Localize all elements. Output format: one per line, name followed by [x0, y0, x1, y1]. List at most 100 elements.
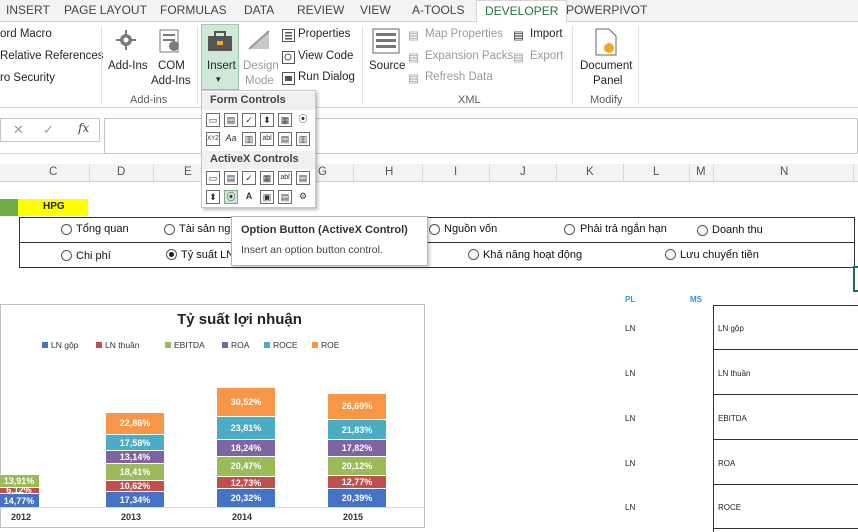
form-spin-button-control[interactable]: ⬍ — [260, 113, 274, 127]
form-option-button-control[interactable]: ⦿ — [296, 113, 310, 127]
activex-image-control[interactable]: ▣ — [260, 190, 274, 204]
radio-tai-san-ngan[interactable] — [164, 224, 175, 235]
col-header-k[interactable]: K — [586, 166, 594, 178]
view-code-button[interactable]: View Code — [298, 50, 353, 62]
map-properties-button[interactable]: Map Properties — [425, 28, 503, 40]
x-tick-label: 2012 — [11, 512, 32, 522]
ms-cell[interactable]: LN gộp — [718, 324, 744, 333]
radio-nguon-von[interactable] — [429, 224, 440, 235]
col-header-j[interactable]: J — [520, 166, 526, 178]
run-dialog-button[interactable]: Run Dialog — [298, 71, 355, 83]
pl-cell[interactable]: LN — [625, 503, 635, 512]
expansion-packs-button[interactable]: Expansion Packs — [425, 50, 513, 62]
cell-hpg[interactable]: HPG — [18, 199, 88, 216]
form-text-field-control[interactable]: abl — [260, 132, 274, 146]
form-button-control[interactable]: ▭ — [206, 113, 220, 127]
properties-button[interactable]: Properties — [298, 28, 350, 40]
com-addins-label-1[interactable]: COM — [158, 60, 185, 72]
radio-tong-quan[interactable] — [61, 224, 72, 235]
tab-formulas[interactable]: FORMULAS — [160, 3, 227, 17]
activex-label-control[interactable]: A — [242, 190, 256, 204]
insert-function-icon[interactable]: fx — [78, 121, 89, 135]
option-label: Nguồn vốn — [444, 223, 498, 235]
add-ins-button[interactable]: Add-Ins — [108, 60, 148, 72]
activex-combo-box-control[interactable]: ▤ — [224, 171, 238, 185]
record-macro-button[interactable]: ord Macro — [0, 28, 52, 40]
cancel-icon[interactable]: ✕ — [13, 122, 24, 138]
col-header-d[interactable]: D — [117, 166, 125, 178]
radio-kha-nang-hoat-dong[interactable] — [468, 249, 479, 260]
radio-ty-suat-ln[interactable] — [166, 249, 177, 260]
col-header-c[interactable]: C — [49, 166, 57, 178]
pl-cell[interactable]: LN — [625, 459, 635, 468]
form-combo-dropdown-control[interactable]: ▥ — [296, 132, 310, 146]
form-scroll-bar-control[interactable]: ▥ — [242, 132, 256, 146]
form-combo-box-control[interactable]: ▤ — [224, 113, 238, 127]
tab-insert[interactable]: INSERT — [6, 3, 50, 17]
form-check-box-control[interactable]: ✓ — [242, 113, 256, 127]
chart-area[interactable]: Tỷ suất lợi nhuận LN gộp LN thuần EBITDA… — [0, 304, 425, 528]
option-label: Chi phí — [76, 250, 111, 262]
radio-luu-chuyen-tien[interactable] — [665, 249, 676, 260]
radio-phai-tra-ngan-han[interactable] — [564, 224, 575, 235]
activex-option-button-control[interactable]: ⦿ — [224, 190, 238, 204]
activex-more-controls[interactable]: ⚙ — [296, 190, 310, 204]
design-mode-label-2[interactable]: Mode — [245, 75, 274, 87]
activex-spin-button-control[interactable]: ⬍ — [206, 190, 220, 204]
pl-cell[interactable]: LN — [625, 414, 635, 423]
design-mode-label-1[interactable]: Design — [243, 60, 279, 72]
tab-a-tools[interactable]: A-TOOLS — [412, 3, 464, 17]
green-cell[interactable] — [0, 199, 18, 216]
document-panel-label-1[interactable]: Document — [580, 60, 632, 72]
tab-page-layout[interactable]: PAGE LAYOUT — [64, 3, 147, 17]
radio-chi-phi[interactable] — [61, 250, 72, 261]
ms-cell[interactable]: ROCE — [718, 503, 741, 512]
selected-cell-indicator — [853, 266, 858, 292]
tab-powerpivot[interactable]: POWERPIVOT — [566, 3, 647, 17]
radio-doanh-thu[interactable] — [697, 225, 708, 236]
bar-segment: 17,34% — [106, 490, 164, 507]
activex-toggle-button-control[interactable]: ▤ — [278, 190, 292, 204]
ms-cell[interactable]: ROA — [718, 459, 735, 468]
ms-cell[interactable]: LN thuần — [718, 369, 750, 378]
form-combo-list-control[interactable]: ▤ — [278, 132, 292, 146]
activex-check-box-control[interactable]: ✓ — [242, 171, 256, 185]
import-button[interactable]: Import — [530, 28, 563, 40]
activex-scroll-bar-control[interactable]: ▤ — [296, 171, 310, 185]
form-list-box-control[interactable]: ▦ — [278, 113, 292, 127]
pl-cell[interactable]: LN — [625, 369, 635, 378]
export-button[interactable]: Export — [530, 50, 563, 62]
col-header-n[interactable]: N — [780, 166, 788, 178]
macro-security-button[interactable]: ro Security — [0, 72, 55, 84]
ms-cell[interactable]: EBITDA — [718, 414, 747, 423]
option-label: Doanh thu — [712, 224, 763, 236]
com-addins-label-2[interactable]: Add-Ins — [151, 75, 191, 87]
enter-icon[interactable]: ✓ — [43, 122, 54, 138]
tab-view[interactable]: VIEW — [360, 3, 391, 17]
col-header-g[interactable]: G — [318, 166, 327, 178]
option-label: Khả năng hoạt động — [483, 249, 583, 261]
bar-segment: 13,14% — [106, 450, 164, 463]
col-header-m[interactable]: M — [696, 166, 706, 178]
col-header-i[interactable]: I — [454, 166, 457, 178]
activex-text-box-control[interactable]: abl — [278, 171, 292, 185]
source-button[interactable]: Source — [369, 60, 405, 72]
form-group-box-control[interactable]: XYZ — [206, 132, 220, 146]
pl-cell[interactable]: LN — [625, 324, 635, 333]
form-label-control[interactable]: Aa — [224, 132, 238, 146]
col-header-h[interactable]: H — [385, 166, 393, 178]
group-label-xml: XML — [458, 94, 481, 106]
refresh-data-button[interactable]: Refresh Data — [425, 71, 493, 83]
tab-data[interactable]: DATA — [244, 3, 274, 17]
activex-list-box-control[interactable]: ▦ — [260, 171, 274, 185]
bar-segment: 26,69% — [328, 393, 386, 419]
activex-command-button-control[interactable]: ▭ — [206, 171, 220, 185]
bar-segment: 18,41% — [106, 462, 164, 481]
tab-review[interactable]: REVIEW — [297, 3, 344, 17]
relative-references-button[interactable]: Relative References — [0, 50, 104, 62]
tab-developer[interactable]: DEVELOPER — [476, 0, 568, 23]
col-header-e[interactable]: E — [184, 166, 192, 178]
design-mode-icon — [248, 30, 270, 50]
document-panel-label-2[interactable]: Panel — [593, 75, 622, 87]
col-header-l[interactable]: L — [653, 166, 659, 178]
